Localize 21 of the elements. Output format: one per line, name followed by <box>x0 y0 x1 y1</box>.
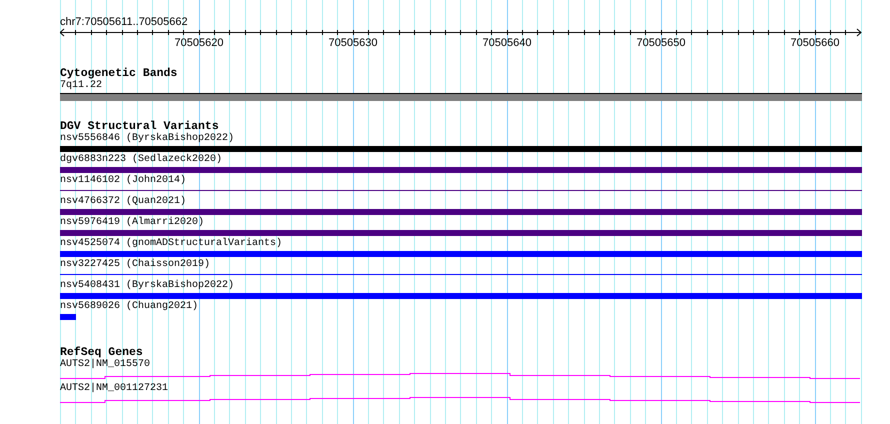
feature-label: nsv4525074 (gnomADStructuralVariants) <box>60 238 282 250</box>
feature-label: nsv5408431 (ByrskaBishop2022) <box>60 280 234 292</box>
feature-label: nsv5976419 (Almarri2020) <box>60 217 204 229</box>
track-title: DGV Structural Variants <box>60 120 219 133</box>
feature-label: nsv3227425 (Chaisson2019) <box>60 259 210 271</box>
feature-label: AUTS2|NM_015570 <box>60 359 150 371</box>
feature-label: nsv5556846 (ByrskaBishop2022) <box>60 133 234 145</box>
feature-label: 7q11.22 <box>60 80 102 92</box>
tick-label: 70505640 <box>482 37 532 49</box>
feature-label: dgv6883n223 (Sedlazeck2020) <box>60 154 222 166</box>
tick-label: 70505620 <box>174 37 224 49</box>
feature-label: AUTS2|NM_001127231 <box>60 383 168 395</box>
tick-label: 70505630 <box>328 37 378 49</box>
feature-label: nsv5689026 (Chuang2021) <box>60 301 198 313</box>
track-title: RefSeq Genes <box>60 346 143 359</box>
tick-label: 70505660 <box>790 37 840 49</box>
track-title: Cytogenetic Bands <box>60 67 178 80</box>
feature-label: nsv1146102 (John2014) <box>60 175 186 187</box>
tick-label: 70505650 <box>636 37 686 49</box>
location-label: chr7:70505611..70505662 <box>60 15 188 28</box>
feature-label: nsv4766372 (Quan2021) <box>60 196 186 208</box>
